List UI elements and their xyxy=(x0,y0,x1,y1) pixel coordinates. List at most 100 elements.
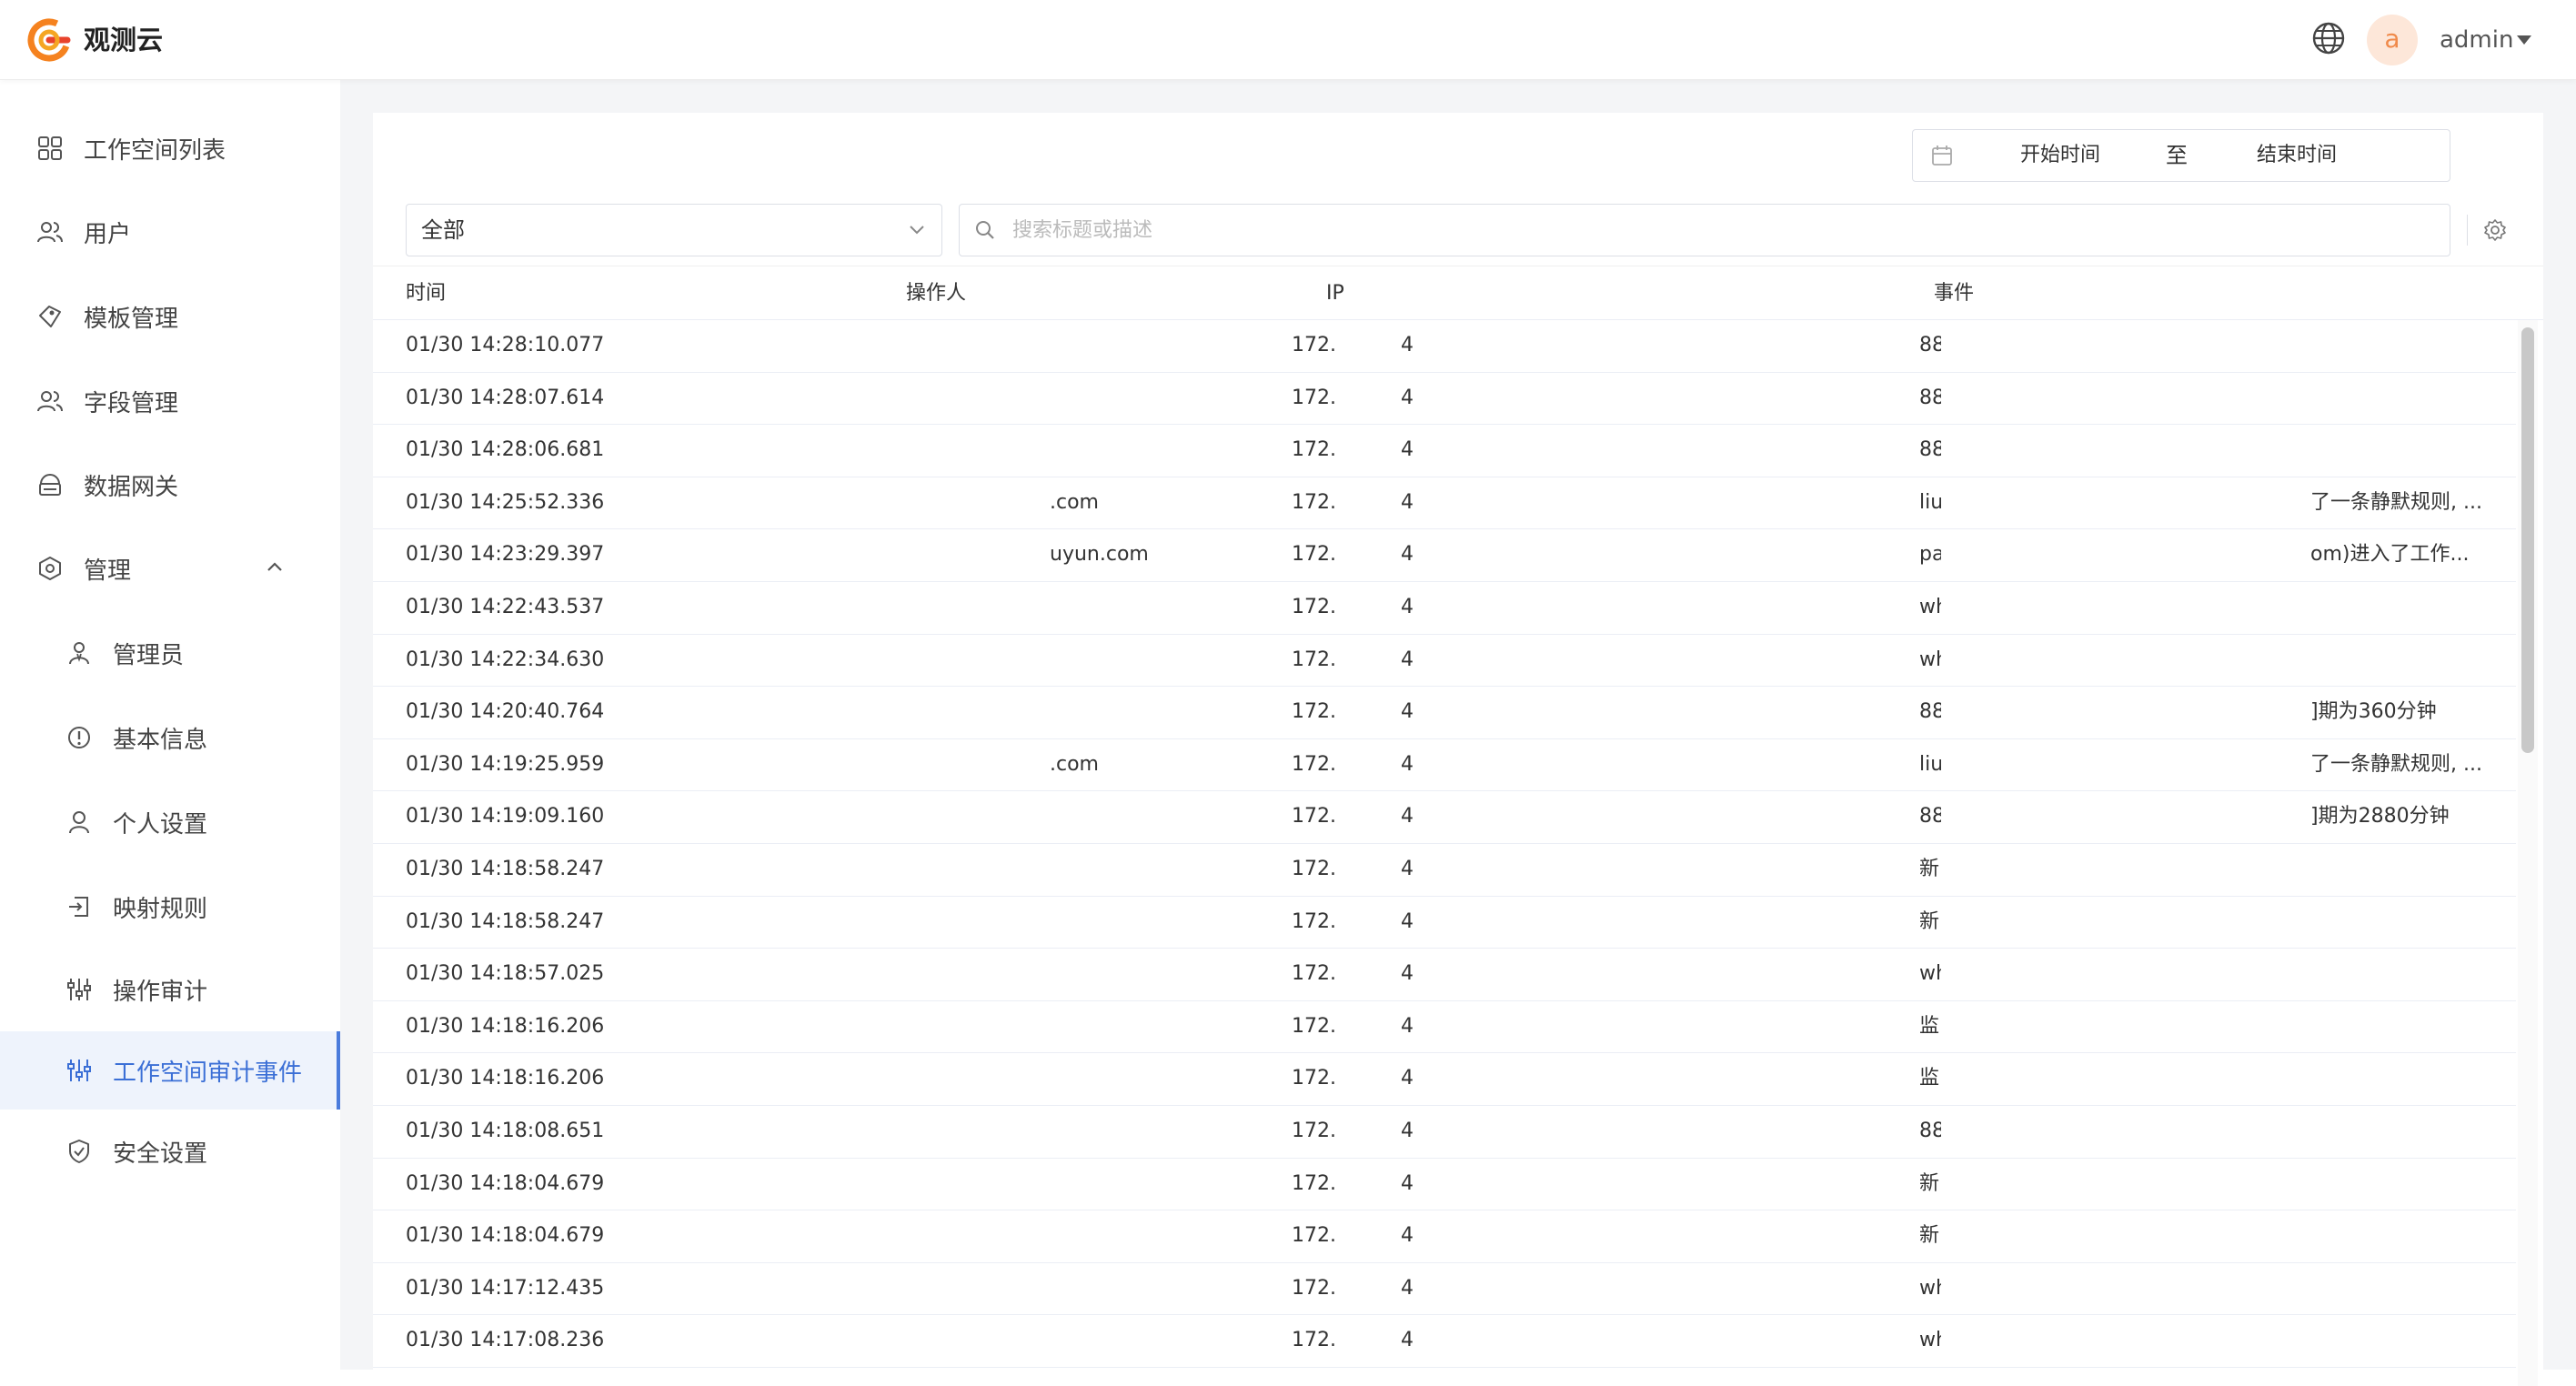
table-row[interactable]: 01/30 14:18:08.651 172. 4 88 xyxy=(373,1106,2516,1159)
cell-time: 01/30 14:18:58.247 xyxy=(406,857,605,880)
cell-ip-tail: 4 xyxy=(1401,1224,1414,1248)
table-row[interactable]: 01/30 14:23:29.397 uyun.com 172. 4 pa om)进入了工… xyxy=(373,529,2516,582)
chevron-down-icon xyxy=(910,226,924,235)
cell-event: 监 xyxy=(1919,1014,1940,1038)
cell-ip: 172. xyxy=(1292,909,1336,933)
sidebar-item-users[interactable]: 用户 xyxy=(0,193,340,271)
table-row[interactable]: 01/30 14:18:16.206 172. 4 监 xyxy=(373,1001,2516,1054)
column-header-time[interactable]: 时间 xyxy=(406,266,446,321)
gear-icon[interactable] xyxy=(2483,218,2507,242)
sliders-icon xyxy=(67,1060,91,1081)
date-end-input[interactable]: 结束时间 xyxy=(2257,130,2337,181)
cell-ip: 172. xyxy=(1292,1224,1336,1248)
cell-ip-tail: 4 xyxy=(1401,1276,1414,1300)
sidebar-item-basic-info[interactable]: 基本信息 xyxy=(0,698,340,777)
cell-event: 监 xyxy=(1919,1067,1940,1090)
table-row[interactable]: 01/30 14:25:52.336 .com 172. 4 liu 了一条静默规则, .… xyxy=(373,477,2516,530)
table-row[interactable]: 01/30 14:19:25.959 .com 172. 4 liu 了一条静默规则, .… xyxy=(373,739,2516,792)
cell-time: 01/30 14:23:29.397 xyxy=(406,543,605,567)
cell-time: 01/30 14:20:40.764 xyxy=(406,700,605,724)
sidebar-item-admins[interactable]: 管理员 xyxy=(0,614,340,692)
table-header: 时间 操作人 IP 事件 xyxy=(373,266,2543,320)
logo-icon[interactable] xyxy=(27,18,75,62)
sidebar-item-templates[interactable]: 模板管理 xyxy=(0,277,340,356)
cell-description: ]期为360分钟 xyxy=(2310,700,2437,724)
cell-time: 01/30 14:19:25.959 xyxy=(406,752,605,776)
cell-ip: 172. xyxy=(1292,543,1336,567)
cell-ip: 172. xyxy=(1292,438,1336,462)
cell-ip: 172. xyxy=(1292,386,1336,409)
sidebar-item-workspace-audit-events[interactable]: 工作空间审计事件 xyxy=(0,1031,340,1110)
cell-event: wh xyxy=(1919,962,1941,986)
date-range-picker[interactable]: 开始时间 至 结束时间 xyxy=(1912,129,2450,182)
cell-ip: 172. xyxy=(1292,805,1336,829)
cell-ip-tail: 4 xyxy=(1401,490,1414,514)
event-type-select[interactable]: 全部 xyxy=(406,204,942,256)
cell-ip-tail: 4 xyxy=(1401,909,1414,933)
sliders-icon xyxy=(67,979,91,1000)
table-row[interactable]: 01/30 14:19:09.160 172. 4 88]期为2880分钟 xyxy=(373,791,2516,844)
avatar[interactable]: a xyxy=(2367,15,2418,65)
sidebar-item-personal-settings[interactable]: 个人设置 xyxy=(0,783,340,861)
table-row[interactable]: 01/30 14:17:08.236 172. 4 wh xyxy=(373,1315,2516,1368)
table-row[interactable]: 01/30 14:18:58.247 172. 4 新 xyxy=(373,844,2516,897)
sidebar-item-mapping-rules[interactable]: 映射规则 xyxy=(0,868,340,946)
table-row[interactable]: 01/30 14:28:07.614 172. 4 88 xyxy=(373,373,2516,426)
sidebar-item-workspace-list[interactable]: 工作空间列表 xyxy=(0,109,340,187)
event-type-select-value: 全部 xyxy=(421,217,465,243)
table-row[interactable]: 01/30 14:18:57.025 172. 4 wh xyxy=(373,949,2516,1001)
cell-time: 01/30 14:28:10.077 xyxy=(406,334,605,357)
cell-time: 01/30 14:18:58.247 xyxy=(406,909,605,933)
sidebar-item-label: 安全设置 xyxy=(113,1140,208,1168)
cell-ip: 172. xyxy=(1292,1276,1336,1300)
sidebar-item-security-settings[interactable]: 安全设置 xyxy=(0,1112,340,1190)
scrollbar-thumb[interactable] xyxy=(2521,327,2534,753)
cell-time: 01/30 14:17:08.236 xyxy=(406,1329,605,1352)
sidebar-item-manage[interactable]: 管理 xyxy=(0,529,340,608)
column-header-ip[interactable]: IP xyxy=(1326,266,1344,321)
table-row[interactable]: 01/30 14:22:43.537 172. 4 wh xyxy=(373,582,2516,635)
template-icon xyxy=(39,306,61,327)
cell-ip-tail: 4 xyxy=(1401,1014,1414,1038)
sidebar-item-label: 个人设置 xyxy=(113,810,208,839)
date-start-input[interactable]: 开始时间 xyxy=(2020,130,2100,181)
search-input[interactable] xyxy=(1011,212,2430,248)
table-row[interactable]: 01/30 14:22:34.630 172. 4 wh xyxy=(373,635,2516,688)
chevron-up-icon[interactable] xyxy=(266,560,284,573)
cell-event: 新 xyxy=(1919,1224,1940,1248)
column-header-event[interactable]: 事件 xyxy=(1934,266,1974,321)
column-header-operator[interactable]: 操作人 xyxy=(906,266,966,321)
cell-time: 01/30 14:17:12.435 xyxy=(406,1276,605,1300)
sidebar-item-label: 字段管理 xyxy=(84,389,179,417)
cell-ip: 172. xyxy=(1292,490,1336,514)
cell-event: 88 xyxy=(1919,334,1941,357)
cell-event: 新 xyxy=(1919,909,1940,933)
sidebar-item-data-gateway[interactable]: 数据网关 xyxy=(0,446,340,524)
toolbar-divider xyxy=(2467,215,2468,246)
cell-time: 01/30 14:22:43.537 xyxy=(406,595,605,618)
table-row[interactable]: 01/30 14:18:04.679 172. 4 新 xyxy=(373,1159,2516,1211)
gateway-icon xyxy=(39,474,61,496)
username[interactable]: admin xyxy=(2440,18,2513,62)
sidebar-item-operation-audit[interactable]: 操作审计 xyxy=(0,950,340,1029)
cell-description: 了一条静默规则, ... xyxy=(2310,752,2482,776)
cell-time: 01/30 14:18:57.025 xyxy=(406,962,605,986)
cell-ip: 172. xyxy=(1292,857,1336,880)
table-row[interactable]: 01/30 14:28:06.681 172. 4 88 xyxy=(373,425,2516,477)
table-row[interactable]: 01/30 14:17:12.435 172. 4 wh xyxy=(373,1263,2516,1316)
caret-down-icon[interactable] xyxy=(2516,35,2532,45)
cell-ip: 172. xyxy=(1292,1067,1336,1090)
cell-event: liu xyxy=(1919,490,1941,514)
cell-ip-tail: 4 xyxy=(1401,805,1414,829)
app-name[interactable]: 观测云 xyxy=(84,18,163,62)
table-row[interactable]: 01/30 14:20:40.764 172. 4 88]期为360分钟 xyxy=(373,687,2516,739)
table-row[interactable]: 01/30 14:28:10.077 172. 4 88 xyxy=(373,320,2516,373)
sidebar-item-fields[interactable]: 字段管理 xyxy=(0,362,340,440)
cell-ip: 172. xyxy=(1292,1171,1336,1195)
table-row[interactable]: 01/30 14:18:16.206 172. 4 监 xyxy=(373,1053,2516,1106)
person-icon xyxy=(69,811,89,834)
search-box[interactable] xyxy=(959,204,2450,256)
table-row[interactable]: 01/30 14:18:58.247 172. 4 新 xyxy=(373,897,2516,949)
globe-icon[interactable] xyxy=(2310,20,2347,56)
table-row[interactable]: 01/30 14:18:04.679 172. 4 新 xyxy=(373,1210,2516,1263)
